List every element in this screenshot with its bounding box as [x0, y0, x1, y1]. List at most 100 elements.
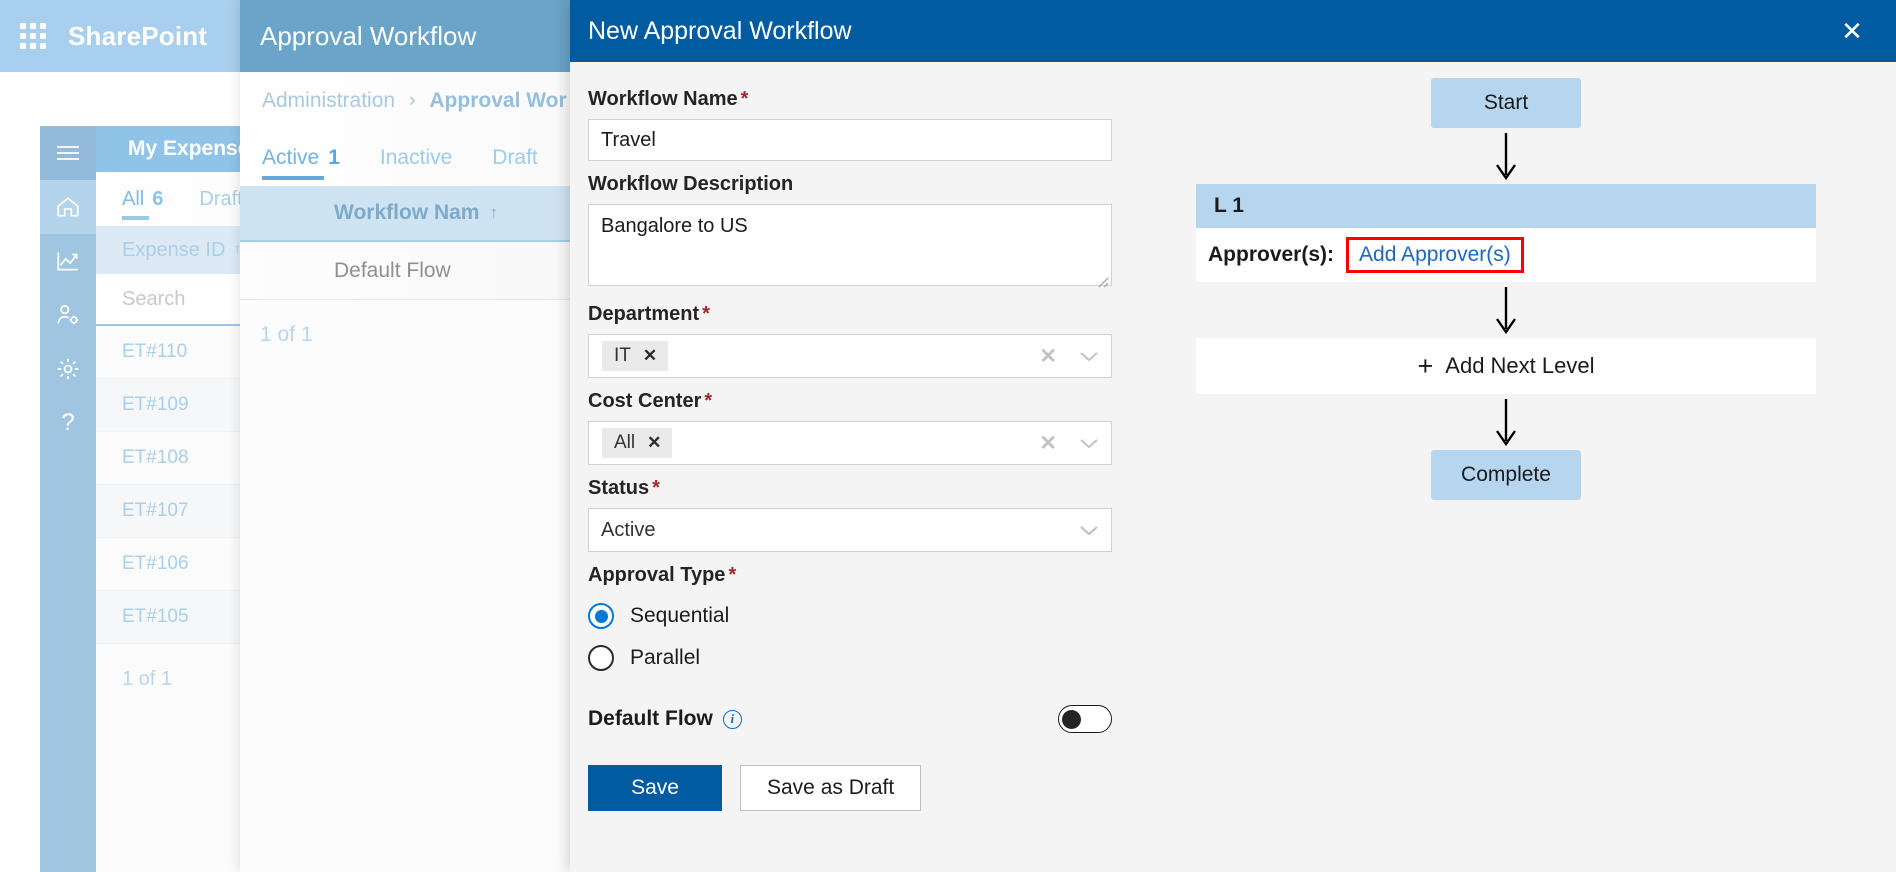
- department-label: Department *: [588, 303, 1116, 326]
- tab-inactive-label: Inactive: [379, 146, 453, 169]
- tab-active-label: Active: [262, 146, 320, 169]
- analytics-icon[interactable]: [40, 234, 96, 288]
- tab-draft-label: Draft: [199, 187, 243, 210]
- chevron-right-icon: ›: [409, 90, 416, 111]
- radio-option-parallel[interactable]: Parallel: [588, 645, 1116, 671]
- clear-icon[interactable]: ✕: [1039, 433, 1057, 454]
- sharepoint-brand[interactable]: SharePoint: [68, 21, 207, 52]
- sort-ascending-icon: ↑: [489, 203, 498, 222]
- save-as-draft-button[interactable]: Save as Draft: [740, 765, 922, 811]
- required-marker: *: [728, 564, 737, 586]
- department-label-text: Department: [588, 303, 700, 325]
- radio-option-sequential[interactable]: Sequential: [588, 603, 1116, 629]
- chip-remove-icon[interactable]: ✕: [643, 346, 657, 366]
- left-rail: ?: [40, 126, 96, 872]
- workflow-name-label: Workflow Name *: [588, 88, 1116, 111]
- modal-actions: Save Save as Draft: [588, 765, 1116, 811]
- required-marker: *: [702, 303, 710, 325]
- default-flow-toggle[interactable]: [1058, 705, 1112, 733]
- required-marker: *: [704, 390, 713, 412]
- radio-selected-icon[interactable]: [588, 603, 614, 629]
- gear-icon[interactable]: [40, 342, 96, 396]
- required-marker: *: [740, 88, 749, 110]
- flow-level-title: L 1: [1196, 184, 1816, 228]
- chevron-down-icon[interactable]: [1079, 437, 1099, 450]
- chevron-down-icon[interactable]: [1079, 350, 1099, 363]
- tab-all[interactable]: All 6: [122, 172, 163, 226]
- flow-node-start[interactable]: Start: [1431, 78, 1581, 128]
- close-icon[interactable]: ✕: [1830, 0, 1874, 62]
- cost-center-label: Cost Center *: [588, 390, 1116, 413]
- default-flow-label-text: Default Flow: [588, 707, 713, 730]
- new-approval-workflow-modal: New Approval Workflow ✕ Workflow Name* W…: [570, 0, 1896, 872]
- help-glyph: ?: [61, 409, 75, 436]
- tab-draft[interactable]: Draft: [492, 130, 538, 186]
- cost-center-multiselect[interactable]: All ✕ ✕: [588, 421, 1112, 465]
- modal-header: New Approval Workflow ✕: [570, 0, 1896, 62]
- modal-body: Workflow Name* Workflow Description Depa…: [570, 62, 1896, 872]
- flow-node-complete[interactable]: Complete: [1431, 450, 1581, 500]
- department-chip-label: IT: [614, 345, 631, 366]
- status-select-value: Active: [601, 518, 656, 541]
- chevron-down-icon[interactable]: [1079, 524, 1099, 537]
- arrow-down-icon: [1493, 282, 1519, 338]
- expenses-column-label: Expense ID: [122, 238, 226, 261]
- required-marker: *: [652, 477, 660, 499]
- status-label-text: Status: [588, 477, 650, 499]
- department-actions: ✕: [1039, 346, 1099, 367]
- radio-parallel-label: Parallel: [630, 646, 701, 669]
- approval-type-label-text: Approval Type: [588, 564, 726, 586]
- department-chip: IT ✕: [602, 341, 669, 371]
- breadcrumb-administration[interactable]: Administration: [262, 89, 395, 113]
- workflow-description-textarea[interactable]: [588, 204, 1112, 286]
- save-button[interactable]: Save: [588, 765, 722, 811]
- grid-apps-icon[interactable]: [20, 23, 46, 49]
- radio-unselected-icon[interactable]: [588, 645, 614, 671]
- tab-inactive[interactable]: Inactive: [380, 130, 452, 186]
- status-label: Status *: [588, 477, 1116, 500]
- default-flow-row: Default Flow i: [588, 705, 1112, 733]
- home-icon[interactable]: [40, 180, 96, 234]
- tab-active[interactable]: Active 1: [262, 130, 340, 186]
- cost-center-actions: ✕: [1039, 433, 1099, 454]
- cost-center-label-text: Cost Center: [588, 390, 702, 412]
- chip-remove-icon[interactable]: ✕: [647, 433, 661, 453]
- plus-icon: +: [1417, 350, 1434, 381]
- tab-all-count: 6: [152, 187, 164, 210]
- add-approvers-link[interactable]: Add Approver(s): [1359, 243, 1511, 266]
- workflow-form: Workflow Name* Workflow Description Depa…: [570, 62, 1116, 872]
- breadcrumb-current: Approval Wor: [429, 89, 567, 112]
- expenses-search-placeholder: Search: [122, 287, 186, 310]
- modal-title: New Approval Workflow: [588, 16, 852, 45]
- workflow-name-column-label: Workflow Nam: [334, 201, 480, 224]
- tab-all-label: All: [122, 187, 145, 210]
- approvers-label: Approver(s):: [1208, 243, 1335, 266]
- arrow-down-icon: [1493, 128, 1519, 184]
- flow-level-card: L 1 Approver(s): Add Approver(s): [1196, 184, 1816, 282]
- arrow-down-icon: [1493, 394, 1519, 450]
- info-icon[interactable]: i: [722, 709, 742, 729]
- default-flow-label: Default Flow i: [588, 707, 742, 731]
- workflow-name-input[interactable]: [588, 119, 1112, 161]
- help-icon[interactable]: ?: [40, 396, 96, 450]
- workflow-description-wrap: [588, 204, 1112, 291]
- toggle-knob: [1062, 709, 1081, 729]
- app-root: SharePoint ? My Expenses All 6 Draft Exp…: [0, 0, 1896, 872]
- approval-type-label: Approval Type *: [588, 564, 1116, 587]
- workflow-diagram: Start L 1 Approver(s): Add Approver(s) +…: [1116, 62, 1896, 872]
- workflow-description-label-text: Workflow Description: [588, 173, 794, 195]
- tab-active-count: 1: [328, 146, 340, 169]
- workflow-description-label: Workflow Description: [588, 173, 1116, 196]
- status-select[interactable]: Active: [588, 508, 1112, 552]
- cost-center-chip-label: All: [614, 432, 636, 453]
- cost-center-chip: All ✕: [602, 428, 673, 458]
- add-next-level-button[interactable]: + Add Next Level: [1196, 338, 1816, 394]
- hamburger-icon[interactable]: [40, 126, 96, 180]
- flow-level-body: Approver(s): Add Approver(s): [1196, 228, 1816, 282]
- tab-draft-label: Draft: [492, 146, 538, 169]
- tab-draft[interactable]: Draft: [199, 172, 242, 226]
- clear-icon[interactable]: ✕: [1039, 346, 1057, 367]
- user-settings-icon[interactable]: [40, 288, 96, 342]
- department-multiselect[interactable]: IT ✕ ✕: [588, 334, 1112, 378]
- radio-sequential-label: Sequential: [630, 604, 730, 627]
